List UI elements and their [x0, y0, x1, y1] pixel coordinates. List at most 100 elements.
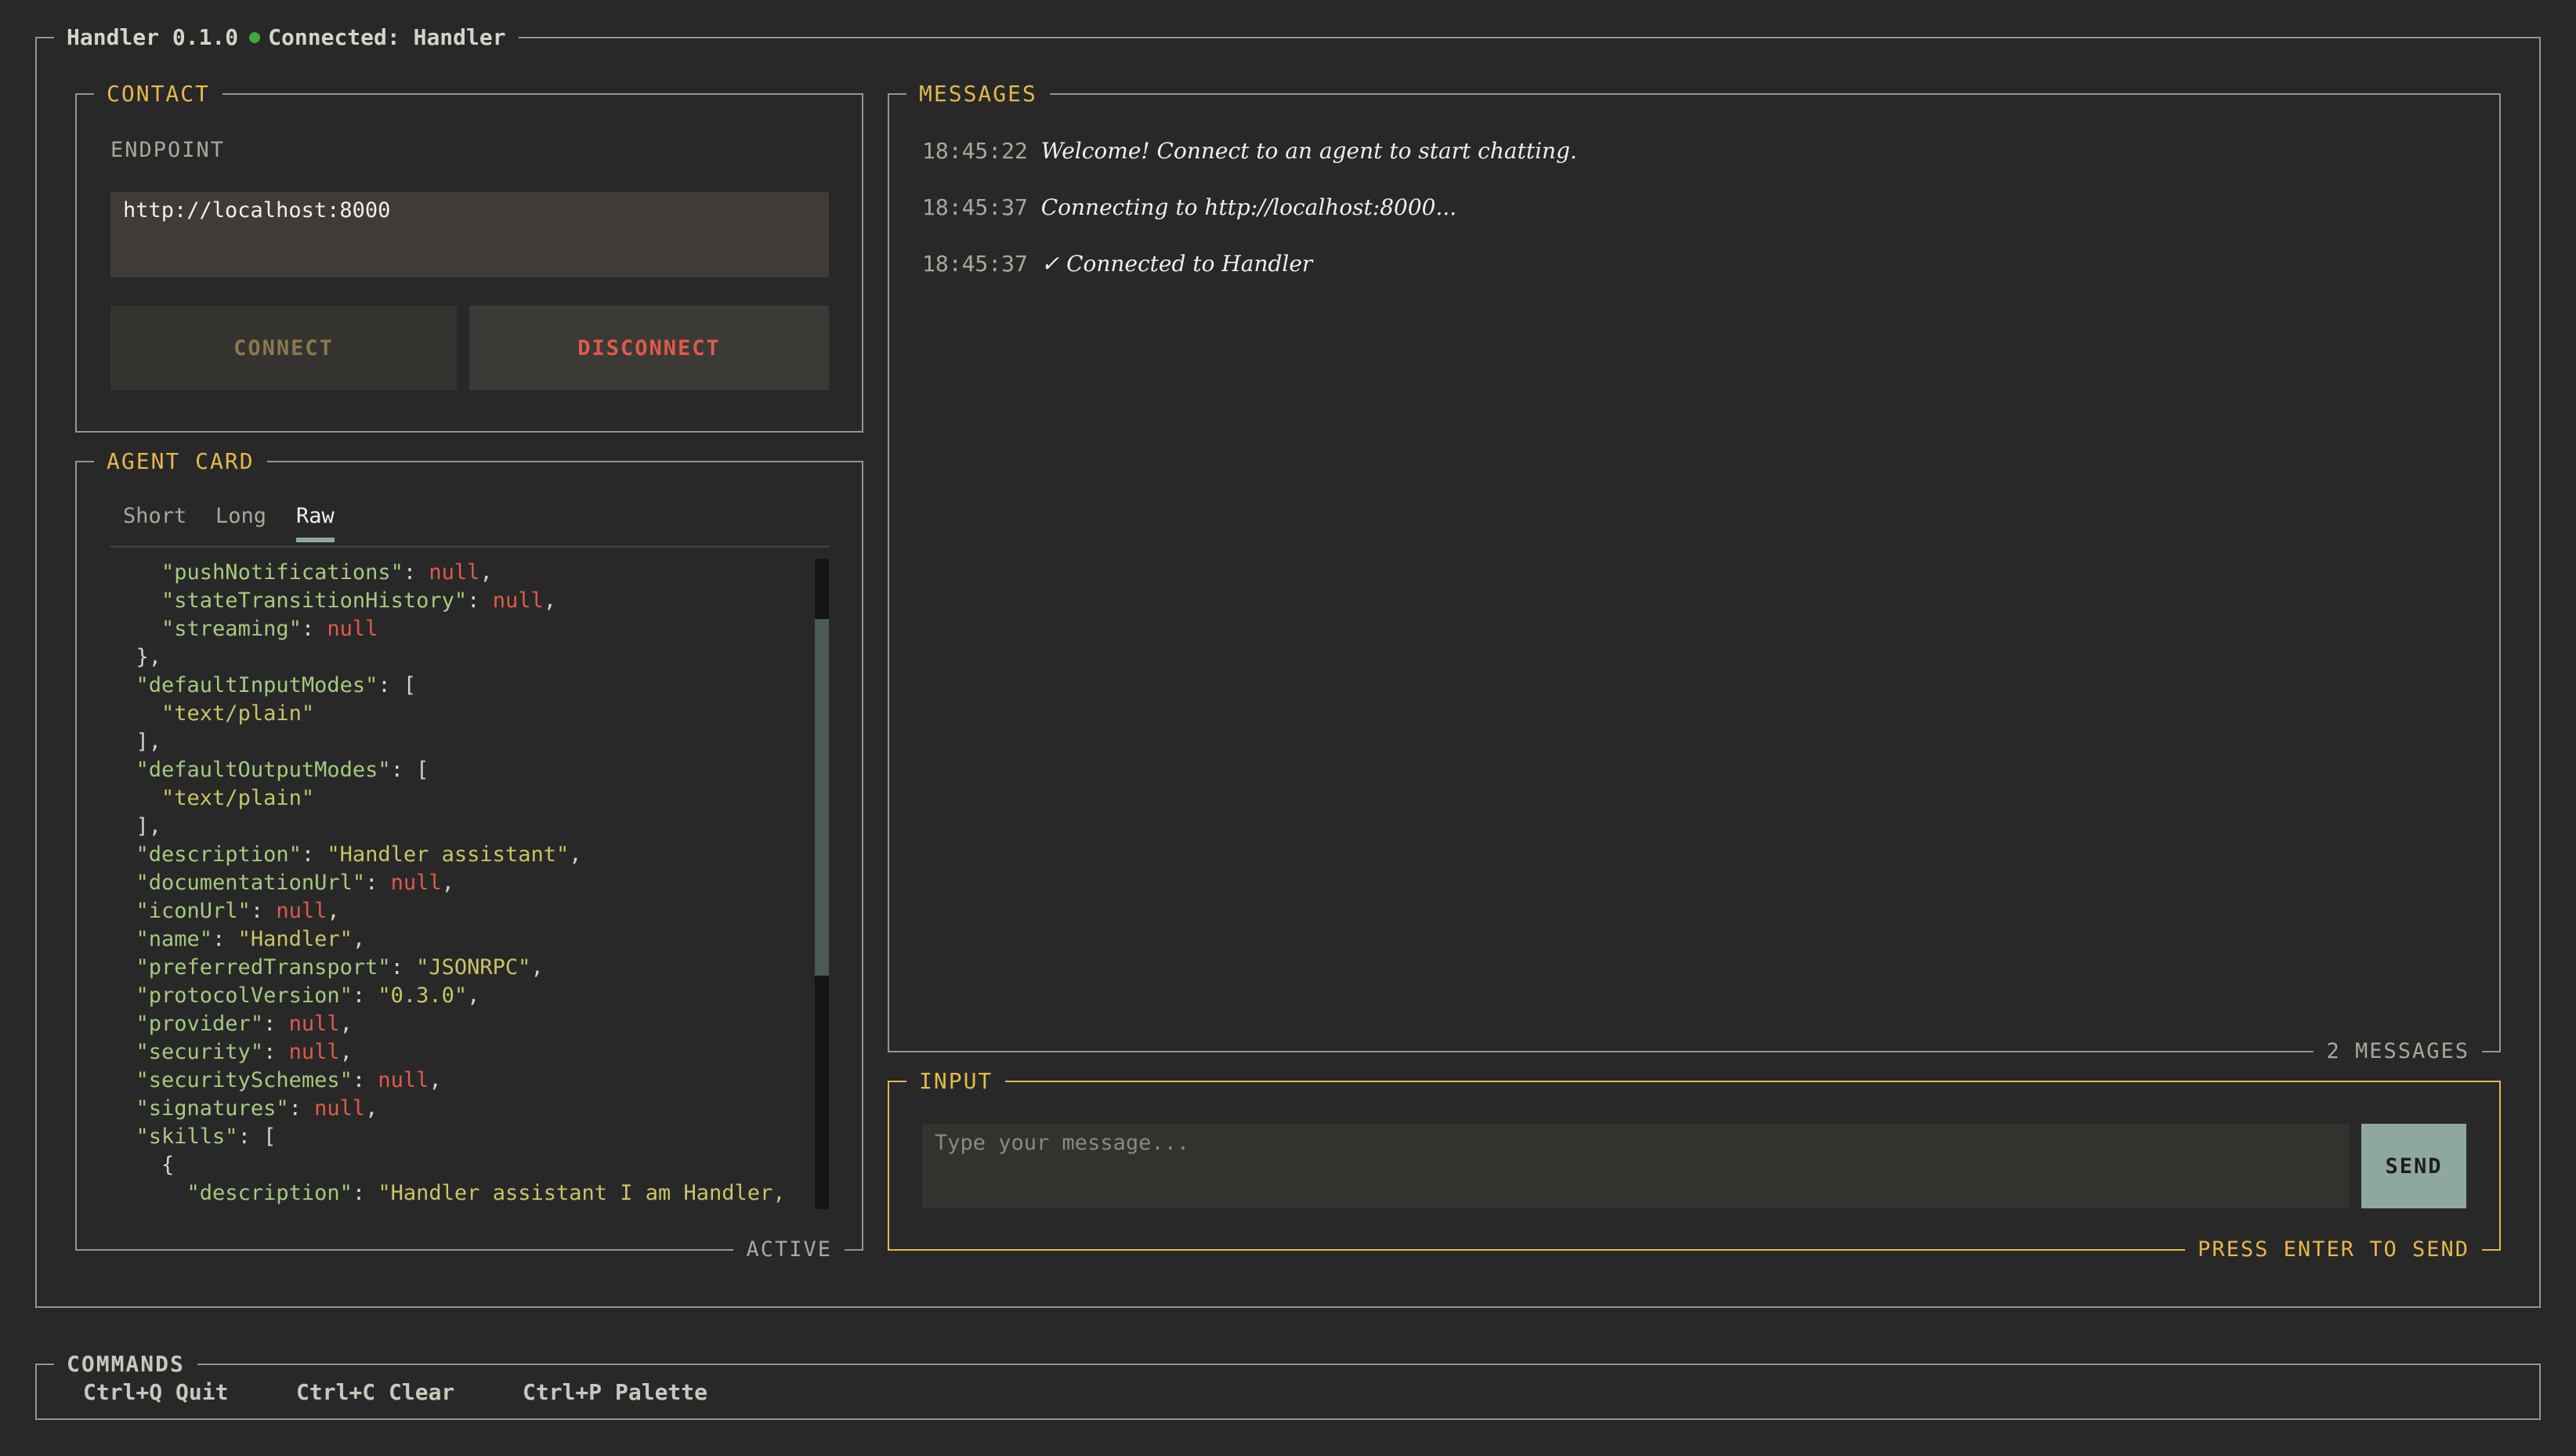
- json-punct: ,: [467, 983, 480, 1008]
- json-key: "stateTransitionHistory": [161, 589, 468, 613]
- json-punct: [110, 673, 136, 697]
- input-hint: PRESS ENTER TO SEND: [2185, 1237, 2482, 1263]
- agent-card-status: ACTIVE: [733, 1237, 845, 1263]
- json-line: ],: [110, 728, 814, 756]
- json-key: "description": [186, 1181, 353, 1205]
- json-punct: ,: [429, 1068, 442, 1092]
- disconnect-button[interactable]: DISCONNECT: [469, 306, 829, 390]
- json-punct: [110, 1125, 136, 1149]
- json-null: null: [378, 1068, 429, 1092]
- json-punct: :: [212, 927, 238, 951]
- json-punct: [110, 899, 136, 923]
- json-key: "defaultInputModes": [136, 673, 378, 697]
- json-punct: ,: [543, 589, 556, 613]
- json-key: "skills": [136, 1125, 238, 1149]
- json-line: "signatures": null,: [110, 1095, 814, 1123]
- json-null: null: [288, 1012, 340, 1036]
- json-key: "pushNotifications": [161, 560, 403, 585]
- json-punct: ,: [339, 1012, 353, 1036]
- json-line: "text/plain": [110, 784, 814, 813]
- contact-title: CONTACT: [94, 81, 223, 107]
- json-key: "documentationUrl": [136, 871, 366, 895]
- json-punct: ,: [339, 1040, 353, 1064]
- commands-title: COMMANDS: [54, 1351, 197, 1378]
- tab-long[interactable]: Long: [215, 503, 266, 530]
- message-item: 18:45:37 Connecting to http://localhost:…: [922, 194, 1456, 222]
- json-line: "security": null,: [110, 1038, 814, 1067]
- json-punct: ,: [327, 899, 340, 923]
- message-timestamp: 18:45:37: [922, 251, 1041, 277]
- json-line: },: [110, 643, 814, 672]
- json-punct: [110, 927, 136, 951]
- json-line: "preferredTransport": "JSONRPC",: [110, 954, 814, 982]
- send-button[interactable]: SEND: [2361, 1124, 2466, 1208]
- json-punct: :: [352, 1181, 378, 1205]
- json-string: "0.3.0": [378, 983, 468, 1008]
- json-scrollbar-thumb[interactable]: [815, 619, 829, 976]
- json-key: "protocolVersion": [136, 983, 353, 1008]
- connect-button[interactable]: CONNECT: [110, 306, 457, 390]
- json-null: null: [429, 560, 480, 585]
- json-punct: [110, 871, 136, 895]
- json-line: "defaultOutputModes": [: [110, 756, 814, 784]
- json-punct: :: [403, 560, 429, 585]
- message-item: 18:45:22 Welcome! Connect to an agent to…: [922, 137, 1577, 165]
- json-punct: ,: [352, 927, 366, 951]
- agent-card-title: AGENT CARD: [94, 448, 267, 475]
- message-timestamp: 18:45:22: [922, 138, 1041, 164]
- json-punct: [110, 1040, 136, 1064]
- json-string: "text/plain": [161, 701, 315, 726]
- json-line: "defaultInputModes": [: [110, 672, 814, 700]
- endpoint-label: ENDPOINT: [110, 138, 226, 162]
- json-string: "Handler": [237, 927, 353, 951]
- json-punct: {: [110, 1153, 175, 1177]
- json-punct: :: [288, 1096, 315, 1121]
- json-punct: [110, 1068, 136, 1092]
- json-string: "JSONRPC": [416, 955, 531, 980]
- json-line: "text/plain": [110, 700, 814, 728]
- json-null: null: [276, 899, 327, 923]
- endpoint-input[interactable]: http://localhost:8000: [110, 192, 829, 277]
- json-line: "streaming": null: [110, 615, 814, 643]
- command-palette[interactable]: Ctrl+P Palette: [523, 1379, 707, 1406]
- json-punct: ],: [110, 814, 162, 838]
- tab-short[interactable]: Short: [123, 503, 186, 530]
- json-punct: [110, 701, 161, 726]
- app-title-bar: Handler 0.1.0 Connected: Handler: [54, 24, 519, 51]
- json-line: "description": "Handler assistant I am H…: [110, 1179, 814, 1208]
- tab-raw[interactable]: Raw: [296, 503, 335, 542]
- message-text: Connecting to http://localhost:8000...: [1040, 194, 1457, 220]
- json-key: "signatures": [136, 1096, 289, 1121]
- json-punct: [110, 842, 136, 867]
- json-punct: },: [110, 645, 162, 669]
- json-punct: [110, 1096, 136, 1121]
- json-punct: [110, 955, 136, 980]
- json-punct: ,: [479, 560, 493, 585]
- raw-json-viewer[interactable]: "pushNotifications": null, "stateTransit…: [110, 559, 814, 1209]
- json-key: "securitySchemes": [136, 1068, 353, 1092]
- raw-json-content: "pushNotifications": null, "stateTransit…: [110, 559, 814, 1208]
- json-punct: [110, 983, 136, 1008]
- command-quit[interactable]: Ctrl+Q Quit: [83, 1379, 228, 1406]
- json-punct: ,: [441, 871, 454, 895]
- json-punct: [110, 1012, 136, 1036]
- json-punct: : [: [237, 1125, 277, 1149]
- json-punct: :: [301, 617, 327, 641]
- json-line: "stateTransitionHistory": null,: [110, 587, 814, 615]
- message-input[interactable]: [922, 1124, 2350, 1208]
- command-clear[interactable]: Ctrl+C Clear: [296, 1379, 454, 1406]
- json-line: "pushNotifications": null,: [110, 559, 814, 587]
- json-punct: [110, 589, 161, 613]
- app-title: Handler 0.1.0: [67, 24, 239, 50]
- json-key: "streaming": [161, 617, 302, 641]
- message-text: ✓ Connected to Handler: [1040, 251, 1313, 277]
- json-line: "description": "Handler assistant",: [110, 841, 814, 869]
- json-key: "iconUrl": [136, 899, 251, 923]
- json-punct: ,: [569, 842, 582, 867]
- json-string: "Handler assistant": [327, 842, 570, 867]
- json-string: "Handler assistant I am Handler,: [378, 1181, 786, 1205]
- json-punct: [110, 1181, 187, 1205]
- json-key: "name": [136, 927, 213, 951]
- json-line: {: [110, 1151, 814, 1179]
- json-null: null: [492, 589, 544, 613]
